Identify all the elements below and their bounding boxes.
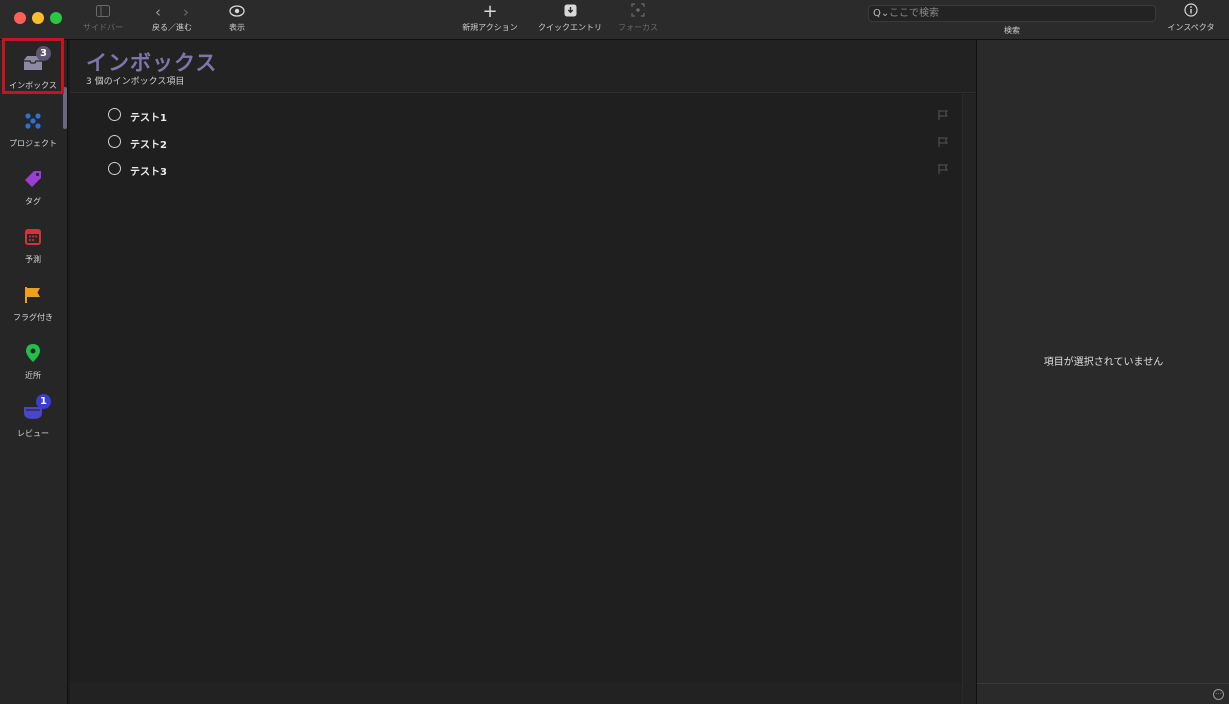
more-options-icon[interactable]: ··· xyxy=(1213,689,1224,700)
tag-icon xyxy=(25,171,41,187)
task-row[interactable]: テスト3 xyxy=(70,156,960,183)
flag-icon xyxy=(25,287,40,303)
quick-entry-button[interactable]: クイックエントリ xyxy=(532,3,608,35)
search-input[interactable] xyxy=(889,6,1149,21)
focus-label: フォーカス xyxy=(618,23,658,32)
close-window-button[interactable] xyxy=(14,12,26,24)
flag-outline-icon[interactable] xyxy=(937,163,949,175)
review-count-badge: 1 xyxy=(36,394,51,409)
sidebar-item-tags[interactable]: タグ xyxy=(4,156,62,208)
info-icon xyxy=(1160,3,1222,21)
chevron-right-icon[interactable]: › xyxy=(183,3,189,21)
sidebar-item-forecast[interactable]: 予測 xyxy=(4,214,62,266)
task-title[interactable]: テスト2 xyxy=(130,136,167,151)
view-button[interactable]: 表示 xyxy=(222,3,252,35)
task-checkbox[interactable] xyxy=(108,162,121,175)
quick-entry-label: クイックエントリ xyxy=(538,23,602,32)
sidebar-item-label: プロジェクト xyxy=(9,139,57,148)
quick-entry-icon xyxy=(532,3,608,21)
task-checkbox[interactable] xyxy=(108,108,121,121)
plus-icon: + xyxy=(482,1,498,22)
sidebar-item-label: 予測 xyxy=(25,255,41,264)
chevron-left-icon[interactable]: ‹ xyxy=(155,3,161,21)
inbox-count-badge: 3 xyxy=(36,46,51,61)
projects-icon xyxy=(25,113,41,129)
flag-outline-icon[interactable] xyxy=(937,109,949,121)
task-title[interactable]: テスト3 xyxy=(130,163,167,178)
focus-button[interactable]: フォーカス xyxy=(610,3,666,35)
eye-icon xyxy=(222,3,252,21)
sidebar-item-nearby[interactable]: 近所 xyxy=(4,330,62,382)
search-icon: Q⌄ xyxy=(873,8,890,19)
back-forward-button[interactable]: ‹ › 戻る／進む xyxy=(142,3,202,35)
inspector-empty-message: 項目が選択されていません xyxy=(1043,357,1164,368)
toolbar: サイドバー ‹ › 戻る／進む 表示 + 新規アクション クイックエントリ フォー… xyxy=(0,0,1229,40)
list-scrollbar[interactable] xyxy=(962,94,976,704)
minimize-window-button[interactable] xyxy=(32,12,44,24)
forecast-icon xyxy=(25,229,41,245)
sidebar-item-label: インボックス xyxy=(9,81,57,90)
new-action-label: 新規アクション xyxy=(462,23,518,32)
sidebar-item-flagged[interactable]: フラグ付き xyxy=(4,272,62,324)
inspector-label: インスペクタ xyxy=(1167,23,1215,32)
sidebar-item-label: 近所 xyxy=(25,371,41,380)
flag-outline-icon[interactable] xyxy=(937,136,949,148)
search-field[interactable]: Q⌄ xyxy=(868,5,1156,22)
new-action-button[interactable]: + 新規アクション xyxy=(455,3,525,35)
sidebar-item-review[interactable]: 1 レビュー xyxy=(4,388,62,440)
focus-icon xyxy=(610,3,666,21)
selection-indicator xyxy=(63,87,67,129)
list-footer xyxy=(70,682,962,704)
inspector-panel: 項目が選択されていません ··· xyxy=(976,40,1229,704)
outline-view: インボックス 3 個のインボックス項目 テスト1 テスト2 テスト3 xyxy=(70,40,976,704)
sidebar: 3 インボックス プロジェクト タグ 予測 フラグ付き 近所 1 レビュー xyxy=(0,38,68,704)
inspector-button[interactable]: インスペクタ xyxy=(1160,3,1222,35)
page-title: インボックス xyxy=(86,51,218,75)
sidebar-item-label: タグ xyxy=(25,197,41,206)
sidebar-toggle-button[interactable]: サイドバー xyxy=(80,3,126,35)
search-label: 検索 xyxy=(1004,26,1020,35)
task-title[interactable]: テスト1 xyxy=(130,109,167,124)
sidebar-item-label: フラグ付き xyxy=(13,313,53,322)
task-row[interactable]: テスト1 xyxy=(70,102,960,129)
sidebar-item-label: レビュー xyxy=(17,429,49,438)
sidebar-toggle-label: サイドバー xyxy=(83,23,123,32)
page-subtitle: 3 個のインボックス項目 xyxy=(86,77,185,87)
task-row[interactable]: テスト2 xyxy=(70,129,960,156)
back-forward-label: 戻る／進む xyxy=(152,23,192,32)
outline-header: インボックス 3 個のインボックス項目 xyxy=(70,40,976,93)
view-label: 表示 xyxy=(229,23,245,32)
sidebar-item-projects[interactable]: プロジェクト xyxy=(4,98,62,150)
zoom-window-button[interactable] xyxy=(50,12,62,24)
nearby-pin-icon xyxy=(26,344,40,362)
inspector-footer: ··· xyxy=(977,683,1229,704)
sidebar-icon xyxy=(80,3,126,21)
sidebar-item-inbox[interactable]: 3 インボックス xyxy=(2,38,64,94)
task-checkbox[interactable] xyxy=(108,135,121,148)
